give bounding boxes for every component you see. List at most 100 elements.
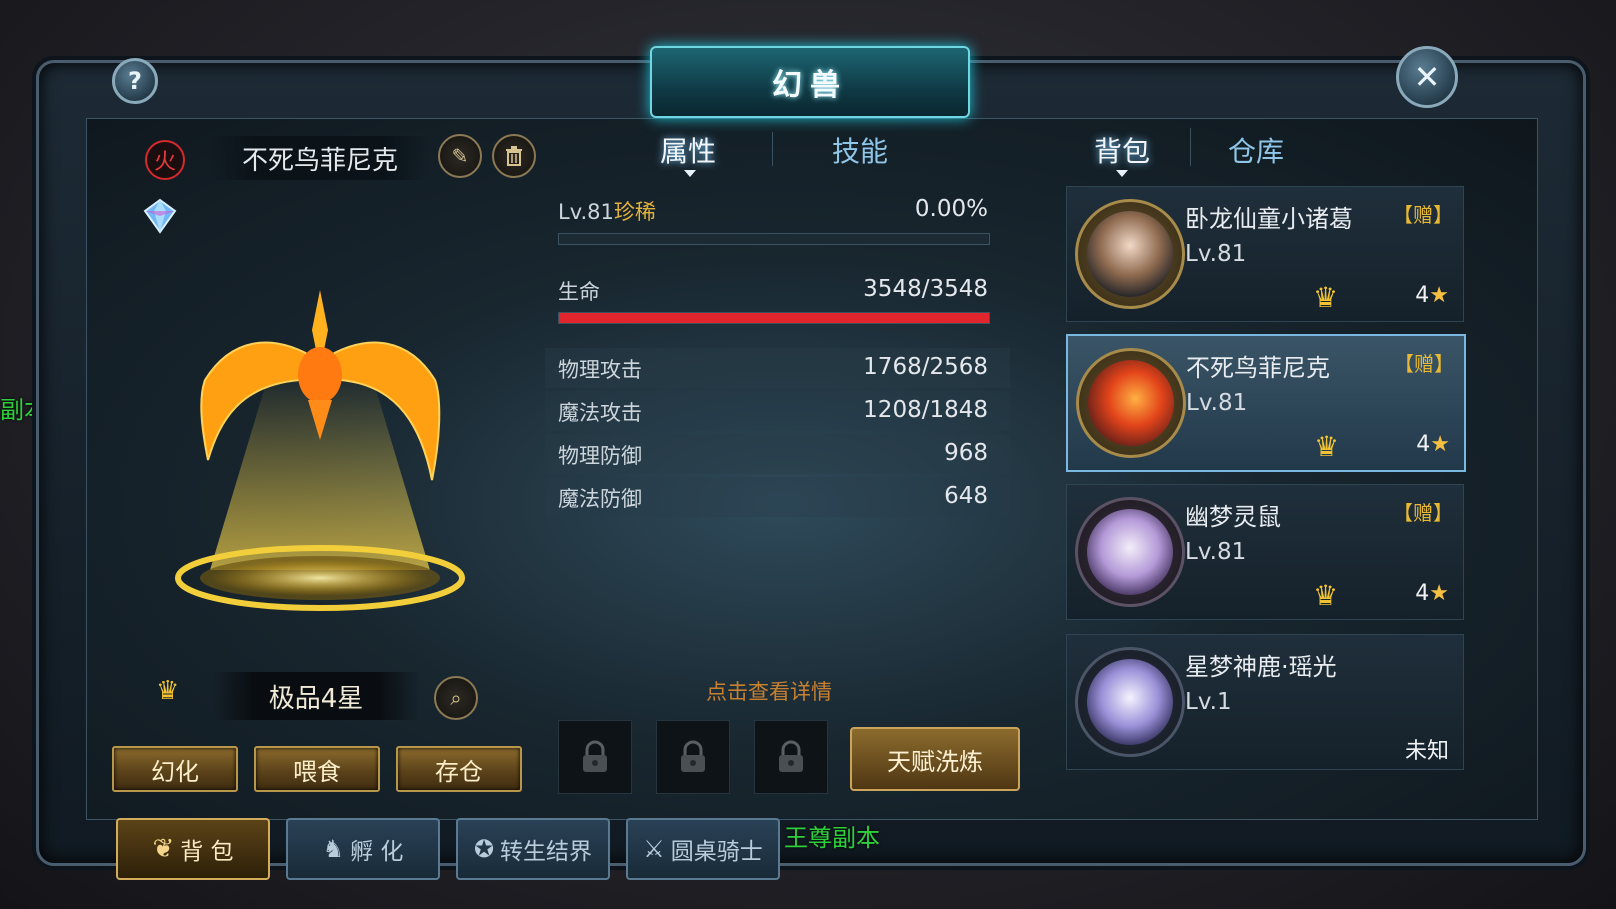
pet-list-item-selected[interactable]: 不死鸟菲尼克 Lv.81 【赠】 ♛ 4★: [1066, 334, 1466, 472]
pentagram-icon: ✪: [473, 835, 495, 863]
bottom-tab-hatch[interactable]: ♞ 孵 化: [286, 818, 440, 880]
gift-tag: 【赠】: [1394, 352, 1454, 376]
pet-list-item[interactable]: 幽梦灵鼠 Lv.81 【赠】 ♛ 4★: [1066, 484, 1464, 620]
pet-avatar: [1075, 199, 1185, 309]
stat-label-mag-def: 魔法防御: [558, 487, 642, 511]
level-text: Lv.81: [558, 200, 614, 224]
pet-name: 幽梦灵鼠: [1185, 503, 1281, 531]
star-count: 4★: [1415, 283, 1449, 308]
star-count: 4★: [1416, 432, 1450, 457]
bottom-tab-backpack[interactable]: ❦ 背 包: [116, 818, 270, 880]
hp-bar-fill: [559, 313, 989, 323]
star-icon: ★: [1429, 581, 1449, 606]
stat-value-phys-atk: 1768/2568: [863, 354, 988, 380]
star-count: 4★: [1415, 581, 1449, 606]
pet-level: Lv.81: [1185, 539, 1247, 565]
pet-list-item[interactable]: 卧龙仙童小诸葛 Lv.81 【赠】 ♛ 4★: [1066, 186, 1464, 322]
window-title: 幻兽: [772, 68, 848, 103]
grade-plate: 极品4星: [212, 672, 420, 720]
rarity-text: 珍稀: [613, 200, 656, 224]
bottom-tab-label: 背 包: [180, 839, 234, 865]
pet-status: 未知: [1404, 739, 1449, 764]
trash-icon: [506, 146, 522, 166]
pet-level: Lv.81: [1186, 390, 1248, 416]
crown-icon: ♛: [1313, 579, 1339, 612]
element-label: 火: [153, 150, 176, 175]
tab-warehouse[interactable]: 仓库: [1228, 130, 1284, 170]
pet-level: Lv.81: [1185, 241, 1247, 267]
pet-name: 不死鸟菲尼克: [241, 145, 398, 176]
talent-slot-locked[interactable]: [656, 720, 730, 794]
magnifier-icon: ⌕: [450, 686, 462, 710]
window-title-plate: 幻兽: [650, 46, 970, 118]
phoenix-model: [175, 290, 465, 611]
store-button[interactable]: 存仓: [396, 746, 522, 792]
stat-value-mag-def: 648: [944, 483, 988, 509]
close-icon: ✕: [1413, 58, 1441, 96]
pet-name: 卧龙仙童小诸葛: [1185, 205, 1353, 233]
tab-backpack-indicator: [1116, 170, 1128, 177]
pet-level: Lv.1: [1185, 689, 1232, 715]
tab-attributes[interactable]: 属性: [660, 130, 716, 170]
release-button[interactable]: [492, 134, 536, 178]
avatar-image: [1087, 509, 1173, 595]
close-button[interactable]: ✕: [1396, 46, 1458, 108]
pencil-icon: ✎: [451, 144, 469, 168]
tab-divider: [1190, 128, 1191, 166]
bottom-tab-round-table[interactable]: ⚔ 圆桌骑士: [626, 818, 780, 880]
stat-label-phys-atk: 物理攻击: [558, 358, 642, 382]
pet-avatar: [1076, 348, 1186, 458]
tab-backpack[interactable]: 背包: [1094, 130, 1150, 170]
rename-button[interactable]: ✎: [438, 134, 482, 178]
stat-label-mag-atk: 魔法攻击: [558, 401, 642, 425]
knight-icon: ⚔: [643, 835, 665, 863]
hp-value: 3548/3548: [863, 276, 988, 302]
wings-icon: ❦: [152, 834, 175, 864]
pet-name-plate: 不死鸟菲尼克: [210, 136, 430, 180]
dragon-icon: ♞: [322, 835, 345, 863]
crown-icon: ♛: [156, 676, 180, 706]
tab-skills[interactable]: 技能: [832, 130, 888, 170]
talent-slot-locked[interactable]: [558, 720, 632, 794]
pet-avatar: [1075, 497, 1185, 607]
element-fire-badge: 火: [145, 140, 185, 180]
stat-value-phys-def: 968: [944, 440, 988, 466]
gift-tag: 【赠】: [1393, 501, 1453, 525]
lock-icon: [779, 740, 803, 772]
star-number: 4: [1415, 283, 1430, 308]
hp-label: 生命: [558, 280, 600, 304]
transform-button[interactable]: 幻化: [112, 746, 238, 792]
stat-label-phys-def: 物理防御: [558, 444, 642, 468]
avatar-image: [1087, 211, 1173, 297]
gift-tag: 【赠】: [1393, 203, 1453, 227]
inspect-button[interactable]: ⌕: [434, 676, 478, 720]
bottom-tab-label: 圆桌骑士: [670, 839, 763, 865]
level-label: Lv.81珍稀: [558, 196, 656, 226]
avatar-image: [1088, 360, 1174, 446]
crown-icon: ♛: [1314, 430, 1340, 463]
hp-bar: [558, 312, 990, 324]
tab-divider: [772, 132, 773, 166]
star-icon: ★: [1429, 283, 1449, 308]
stat-value-mag-atk: 1208/1848: [863, 397, 988, 423]
diamond-gem-icon[interactable]: [142, 198, 178, 234]
lock-icon: [583, 740, 607, 772]
bg-label-wangzun: 王尊副本: [784, 824, 880, 852]
exp-bar: [558, 233, 990, 245]
star-number: 4: [1416, 432, 1431, 457]
crown-icon: ♛: [1313, 281, 1339, 314]
pet-list-item[interactable]: 星梦神鹿·瑶光 Lv.1 未知: [1066, 634, 1464, 770]
talent-detail-link[interactable]: 点击查看详情: [706, 676, 832, 706]
talent-slot-locked[interactable]: [754, 720, 828, 794]
bottom-tab-label: 孵 化: [350, 839, 404, 865]
pet-name: 不死鸟菲尼克: [1186, 354, 1330, 382]
star-icon: ★: [1430, 432, 1450, 457]
talent-wash-button[interactable]: 天赋洗炼: [850, 727, 1020, 791]
pet-grade: 极品4星: [268, 683, 364, 714]
feed-button[interactable]: 喂食: [254, 746, 380, 792]
help-button[interactable]: ?: [112, 58, 158, 104]
pet-avatar: [1075, 647, 1185, 757]
lock-icon: [681, 740, 705, 772]
pet-name: 星梦神鹿·瑶光: [1185, 653, 1337, 681]
bottom-tab-rebirth[interactable]: ✪ 转生结界: [456, 818, 610, 880]
